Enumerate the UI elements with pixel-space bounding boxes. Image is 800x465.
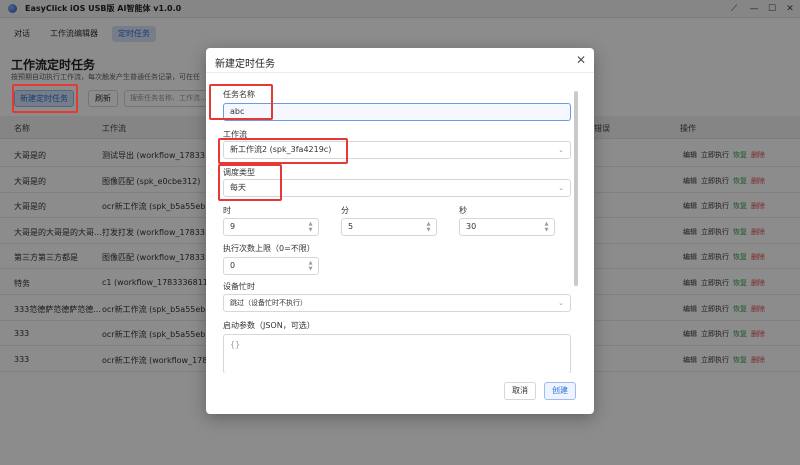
annotation-box <box>218 164 282 201</box>
device-busy-select[interactable]: 跳过（设备忙时不执行） ⌄ <box>223 294 571 312</box>
task-name-input[interactable]: abc <box>223 103 571 121</box>
dialog-scrollbar[interactable] <box>574 91 578 286</box>
stepper-icon[interactable]: ▲ ▼ <box>543 221 550 233</box>
dialog-title: 新建定时任务 <box>215 59 275 70</box>
minute-input[interactable]: 5 ▲ ▼ <box>341 218 437 236</box>
second-input[interactable]: 30 ▲ ▼ <box>459 218 555 236</box>
hour-value: 9 <box>230 222 236 231</box>
hour-input[interactable]: 9 ▲ ▼ <box>223 218 319 236</box>
chevron-down-icon: ⌄ <box>558 146 564 154</box>
close-icon[interactable]: ✕ <box>576 53 586 67</box>
cancel-button[interactable]: 取消 <box>504 382 536 400</box>
params-textarea[interactable]: {} <box>223 334 571 373</box>
hour-label: 时 <box>223 206 231 215</box>
max-runs-input[interactable]: 0 ▲ ▼ <box>223 257 319 275</box>
max-runs-label: 执行次数上限（0=不限） <box>223 244 315 253</box>
chevron-down-icon: ⌄ <box>558 184 564 192</box>
stepper-icon[interactable]: ▲ ▼ <box>307 260 314 272</box>
chevron-down-icon: ⌄ <box>558 299 564 307</box>
device-busy-value: 跳过（设备忙时不执行） <box>230 299 307 307</box>
stepper-icon[interactable]: ▲ ▼ <box>307 221 314 233</box>
minute-value: 5 <box>348 222 354 231</box>
annotation-box <box>12 84 78 113</box>
second-value: 30 <box>466 222 477 231</box>
create-button[interactable]: 创建 <box>544 382 576 400</box>
max-runs-value: 0 <box>230 261 236 270</box>
second-label: 秒 <box>459 206 467 215</box>
annotation-box <box>209 84 273 120</box>
annotation-box <box>218 138 348 164</box>
minute-label: 分 <box>341 206 349 215</box>
device-busy-label: 设备忙时 <box>223 282 255 291</box>
stepper-icon[interactable]: ▲ ▼ <box>425 221 432 233</box>
params-label: 启动参数（JSON，可选） <box>223 321 315 330</box>
